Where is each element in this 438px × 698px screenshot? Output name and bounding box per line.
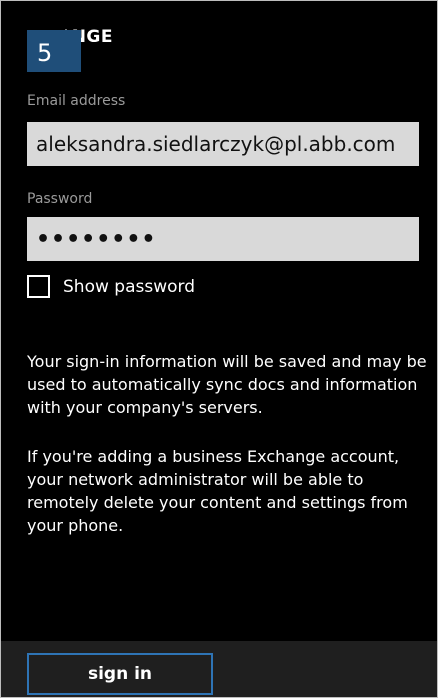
email-field[interactable]: aleksandra.siedlarczyk@pl.abb.com <box>27 122 419 166</box>
sign-in-label: sign in <box>87 664 153 684</box>
password-value: •••••••• <box>36 226 157 252</box>
sign-in-button[interactable]: sign in <box>27 653 213 695</box>
email-label: Email address <box>27 93 126 109</box>
show-password-label: Show password <box>63 276 195 297</box>
show-password-checkbox[interactable] <box>27 275 50 298</box>
phone-screen: \NGE 5 Email address aleksandra.siedlarc… <box>0 0 438 698</box>
email-value: aleksandra.siedlarczyk@pl.abb.com <box>36 132 396 156</box>
step-number-badge: 5 <box>27 30 81 72</box>
sync-info-text: Your sign-in information will be saved a… <box>27 352 427 417</box>
app-bar: sign in <box>1 641 437 697</box>
remote-wipe-info-text: If you're adding a business Exchange acc… <box>27 447 408 535</box>
show-password-option[interactable]: Show password <box>27 275 195 298</box>
password-field[interactable]: •••••••• <box>27 217 419 261</box>
password-label: Password <box>27 191 93 207</box>
